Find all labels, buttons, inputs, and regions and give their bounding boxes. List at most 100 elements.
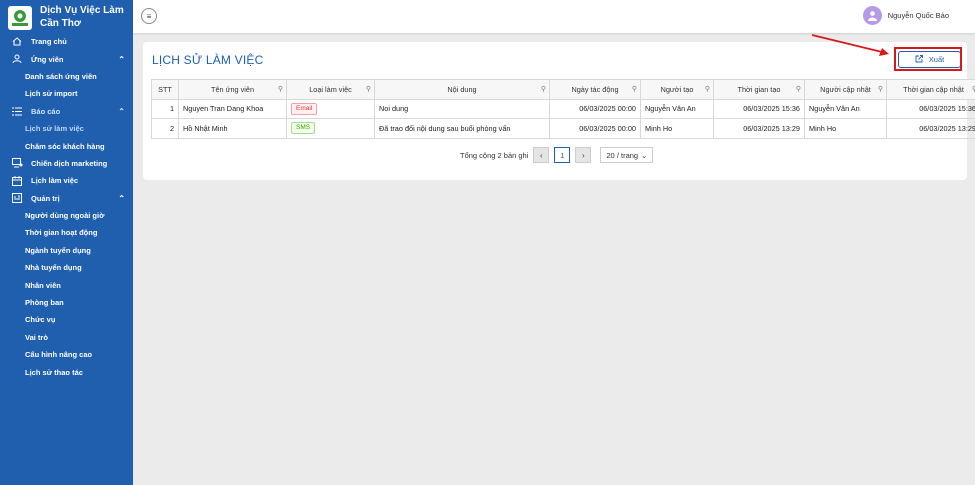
col-header-date[interactable]: Ngày tác động ⚲ xyxy=(549,79,641,100)
type-badge: Email xyxy=(291,102,318,115)
cell-type: SMS xyxy=(286,118,375,139)
sidebar-item-label: Người dùng ngoài giờ xyxy=(25,211,105,221)
sidebar-item-marketing[interactable]: Chiến dịch marketing xyxy=(0,155,133,172)
user-menu[interactable]: Nguyễn Quốc Bảo xyxy=(862,6,949,25)
table-row[interactable]: 1 Nguyen Tran Dang Khoa Email Noi dung 0… xyxy=(151,98,975,119)
col-header-stt: STT xyxy=(151,79,179,100)
search-icon[interactable]: ⚲ xyxy=(278,85,283,93)
sidebar-item-after-hours-users[interactable]: Người dùng ngoài giờ xyxy=(0,207,133,224)
cell-name: Hồ Nhật Minh xyxy=(178,118,287,139)
cell-date: 06/03/2025 00:00 xyxy=(549,118,641,139)
page-number-button[interactable]: 1 xyxy=(554,147,571,163)
sidebar-item-schedule[interactable]: Lịch làm việc xyxy=(0,172,133,189)
sidebar-item-advanced-config[interactable]: Cấu hình nâng cao xyxy=(0,346,133,363)
sidebar-item-label: Trang chủ xyxy=(31,37,67,47)
cell-creator: Nguyễn Văn An xyxy=(640,98,714,119)
sidebar-item-label: Ứng viên xyxy=(31,54,64,64)
work-history-card: LỊCH SỬ LÀM VIỆC Xuất STT Tên ứng viên ⚲ … xyxy=(143,42,975,180)
cell-content: Đã trao đổi nội dung sau buổi phỏng vấn xyxy=(374,118,550,139)
sidebar-item-import-history[interactable]: Lịch sử import xyxy=(0,85,133,102)
sidebar-nav: Trang chủ Ứng viên ⌃ Danh sách ứng viên … xyxy=(0,33,133,381)
cell-creator: Minh Ho xyxy=(640,118,714,139)
col-header-content[interactable]: Nội dung ⚲ xyxy=(374,79,550,100)
user-name: Nguyễn Quốc Bảo xyxy=(887,11,949,20)
sidebar-item-operating-hours[interactable]: Thời gian hoạt động xyxy=(0,224,133,241)
chevron-up-icon: ⌃ xyxy=(118,193,125,203)
col-header-creator[interactable]: Người tạo ⚲ xyxy=(640,79,714,100)
search-icon[interactable]: ⚲ xyxy=(632,85,637,93)
logo xyxy=(8,6,32,30)
sidebar-item-customer-care[interactable]: Chăm sóc khách hàng xyxy=(0,137,133,154)
menu-toggle-button[interactable]: ≡ xyxy=(141,8,157,24)
sidebar-item-candidate-list[interactable]: Danh sách ứng viên xyxy=(0,68,133,85)
search-icon[interactable]: ⚲ xyxy=(705,85,710,93)
sidebar-item-label: Ngành tuyển dụng xyxy=(25,245,91,255)
cell-type: Email xyxy=(286,98,375,119)
sidebar-item-label: Lịch làm việc xyxy=(31,176,79,186)
sidebar-item-employers[interactable]: Nhà tuyển dụng xyxy=(0,259,133,276)
col-header-updated[interactable]: Thời gian cập nhật⚲ xyxy=(886,79,975,100)
sidebar-item-positions[interactable]: Chức vụ xyxy=(0,311,133,328)
sidebar-item-label: Phòng ban xyxy=(25,298,64,308)
sidebar-item-admin[interactable]: Quản trị ⌃ xyxy=(0,190,133,207)
highlight-box xyxy=(894,47,962,71)
brand-line2: Cần Thơ xyxy=(40,18,81,29)
table-row[interactable]: 2 Hồ Nhật Minh SMS Đã trao đổi nội dung … xyxy=(151,118,975,139)
search-icon[interactable]: ⚲ xyxy=(366,85,371,93)
sidebar-item-label: Quản trị xyxy=(31,193,60,203)
cell-created: 06/03/2025 13:29 xyxy=(713,118,805,139)
search-icon[interactable]: ⚲ xyxy=(878,85,883,93)
cell-updated: 06/03/2025 15:36 xyxy=(886,98,975,119)
work-history-table: STT Tên ứng viên ⚲ Loại làm việc ⚲ Nội dun… xyxy=(151,79,975,139)
sidebar-item-industries[interactable]: Ngành tuyển dụng xyxy=(0,242,133,259)
sidebar-item-label: Thời gian hoạt động xyxy=(25,228,98,238)
sidebar-item-staff[interactable]: Nhân viên xyxy=(0,276,133,293)
sidebar-item-work-history[interactable]: Lịch sử làm việc xyxy=(0,120,133,137)
search-icon[interactable]: ⚲ xyxy=(541,85,546,93)
sidebar-item-departments[interactable]: Phòng ban xyxy=(0,294,133,311)
col-header-created[interactable]: Thời gian tạo ⚲ xyxy=(713,79,805,100)
cell-content: Noi dung xyxy=(374,98,550,119)
sidebar-item-label: Vai trò xyxy=(25,332,48,342)
sidebar-item-label: Chăm sóc khách hàng xyxy=(25,141,105,151)
page-title: LỊCH SỬ LÀM VIỆC xyxy=(152,53,264,67)
total-records: Tổng cộng 2 bản ghi xyxy=(460,150,529,160)
page-size-value: 20 / trang xyxy=(606,150,639,160)
sidebar-item-roles[interactable]: Vai trò xyxy=(0,329,133,346)
col-header-name[interactable]: Tên ứng viên ⚲ xyxy=(178,79,287,100)
table-header-row: STT Tên ứng viên ⚲ Loại làm việc ⚲ Nội dun… xyxy=(151,79,975,100)
sidebar-item-label: Lịch sử import xyxy=(25,89,78,99)
topbar: ≡ Nguyễn Quốc Bảo xyxy=(133,0,975,33)
avatar xyxy=(862,6,882,25)
user-icon xyxy=(11,54,23,64)
sidebar-item-activity-log[interactable]: Lịch sử thao tác xyxy=(0,363,133,380)
brand: Dịch Vụ Việc Làm Cần Thơ xyxy=(0,0,133,33)
page-size-select[interactable]: 20 / trang ⌄ xyxy=(600,147,654,163)
col-header-updater[interactable]: Người cập nhật ⚲ xyxy=(804,79,887,100)
prev-page-button[interactable]: ‹ xyxy=(533,147,550,163)
sidebar-item-label: Báo cáo xyxy=(31,106,61,116)
cell-name: Nguyen Tran Dang Khoa xyxy=(178,98,287,119)
cell-stt: 2 xyxy=(151,118,179,139)
col-header-type[interactable]: Loại làm việc ⚲ xyxy=(286,79,375,100)
calendar-icon xyxy=(11,175,23,186)
chevron-right-icon: › xyxy=(582,150,585,160)
chevron-up-icon: ⌃ xyxy=(118,106,125,116)
sidebar-item-label: Lịch sử làm việc xyxy=(25,124,84,134)
chevron-up-icon: ⌃ xyxy=(118,54,125,64)
sidebar-item-home[interactable]: Trang chủ xyxy=(0,33,133,50)
search-icon[interactable]: ⚲ xyxy=(796,85,801,93)
brand-line1: Dịch Vụ Việc Làm xyxy=(40,5,124,16)
pagination: Tổng cộng 2 bản ghi ‹ 1 › 20 / trang ⌄ xyxy=(460,147,654,163)
sidebar-item-candidates[interactable]: Ứng viên ⌃ xyxy=(0,50,133,67)
cell-updater: Nguyễn Văn An xyxy=(804,98,887,119)
sidebar-item-label: Cấu hình nâng cao xyxy=(25,350,93,360)
cell-date: 06/03/2025 00:00 xyxy=(549,98,641,119)
cell-created: 06/03/2025 15:36 xyxy=(713,98,805,119)
next-page-button[interactable]: › xyxy=(575,147,592,163)
sidebar-item-label: Nhà tuyển dụng xyxy=(25,263,82,273)
sidebar-item-reports[interactable]: Báo cáo ⌃ xyxy=(0,103,133,120)
cell-updater: Minh Ho xyxy=(804,118,887,139)
admin-icon xyxy=(11,193,23,204)
home-icon xyxy=(11,37,23,46)
